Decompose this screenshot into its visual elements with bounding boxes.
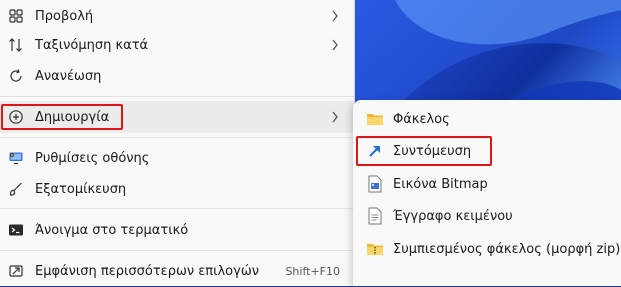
red-highlight-box	[1, 104, 123, 130]
menu-item-open-terminal[interactable]: Άνοιγμα στο τερματικό	[0, 214, 354, 246]
menu-item-label: Άνοιγμα στο τερματικό	[35, 222, 189, 238]
menu-item-sort-by[interactable]: Ταξινόμηση κατά	[0, 29, 354, 61]
menu-item-label: Εμφάνιση περισσότερων επιλογών	[35, 263, 259, 279]
submenu-item-label: Συμπιεσμένος φάκελος (μορφή zip)	[393, 241, 621, 257]
submenu-item-text-document[interactable]: Έγγραφο κειμένου	[353, 200, 621, 232]
menu-item-display-settings[interactable]: Ρυθμίσεις οθόνης	[0, 142, 354, 174]
text-document-icon	[366, 207, 384, 225]
submenu-item-zip-folder[interactable]: Συμπιεσμένος φάκελος (μορφή zip)	[353, 233, 621, 265]
personalize-brush-icon	[7, 180, 25, 198]
show-more-icon	[7, 262, 25, 280]
menu-item-label: Προβολή	[35, 8, 94, 24]
grid-view-icon	[7, 7, 25, 25]
menu-item-show-more-options[interactable]: Εμφάνιση περισσότερων επιλογών Shift+F10	[0, 255, 354, 287]
menu-item-label: Εξατομίκευση	[35, 181, 127, 197]
submenu-item-label: Έγγραφο κειμένου	[393, 208, 513, 224]
red-highlight-box	[356, 136, 492, 166]
submenu-item-label: Φάκελος	[393, 111, 450, 127]
display-settings-icon	[7, 149, 25, 167]
chevron-right-icon	[330, 111, 340, 123]
zip-folder-icon	[366, 240, 384, 258]
desktop-context-menu: Προβολή Ταξινόμηση κατά Ανανέωση Δημιουρ…	[0, 0, 355, 286]
submenu-item-label: Εικόνα Bitmap	[393, 176, 488, 192]
menu-separator	[0, 137, 354, 138]
menu-separator	[0, 96, 354, 97]
menu-item-personalize[interactable]: Εξατομίκευση	[0, 173, 354, 205]
submenu-item-folder[interactable]: Φάκελος	[353, 103, 621, 135]
menu-separator	[0, 250, 354, 251]
folder-icon	[366, 110, 384, 128]
menu-item-view[interactable]: Προβολή	[0, 0, 354, 32]
menu-item-label: Ταξινόμηση κατά	[35, 37, 149, 53]
refresh-icon	[7, 67, 25, 85]
bitmap-image-icon	[366, 175, 384, 193]
menu-item-refresh[interactable]: Ανανέωση	[0, 60, 354, 92]
menu-item-label: Ανανέωση	[35, 68, 102, 84]
chevron-right-icon	[330, 10, 340, 22]
keyboard-shortcut: Shift+F10	[285, 264, 340, 278]
new-submenu: Φάκελος Συντόμευση Εικόνα Bitmap Έγγραφο…	[353, 100, 621, 286]
chevron-right-icon	[330, 39, 340, 51]
submenu-item-bitmap-image[interactable]: Εικόνα Bitmap	[353, 168, 621, 200]
menu-item-label: Ρυθμίσεις οθόνης	[35, 150, 150, 166]
sort-icon	[7, 36, 25, 54]
menu-separator	[0, 208, 354, 209]
terminal-icon	[7, 221, 25, 239]
